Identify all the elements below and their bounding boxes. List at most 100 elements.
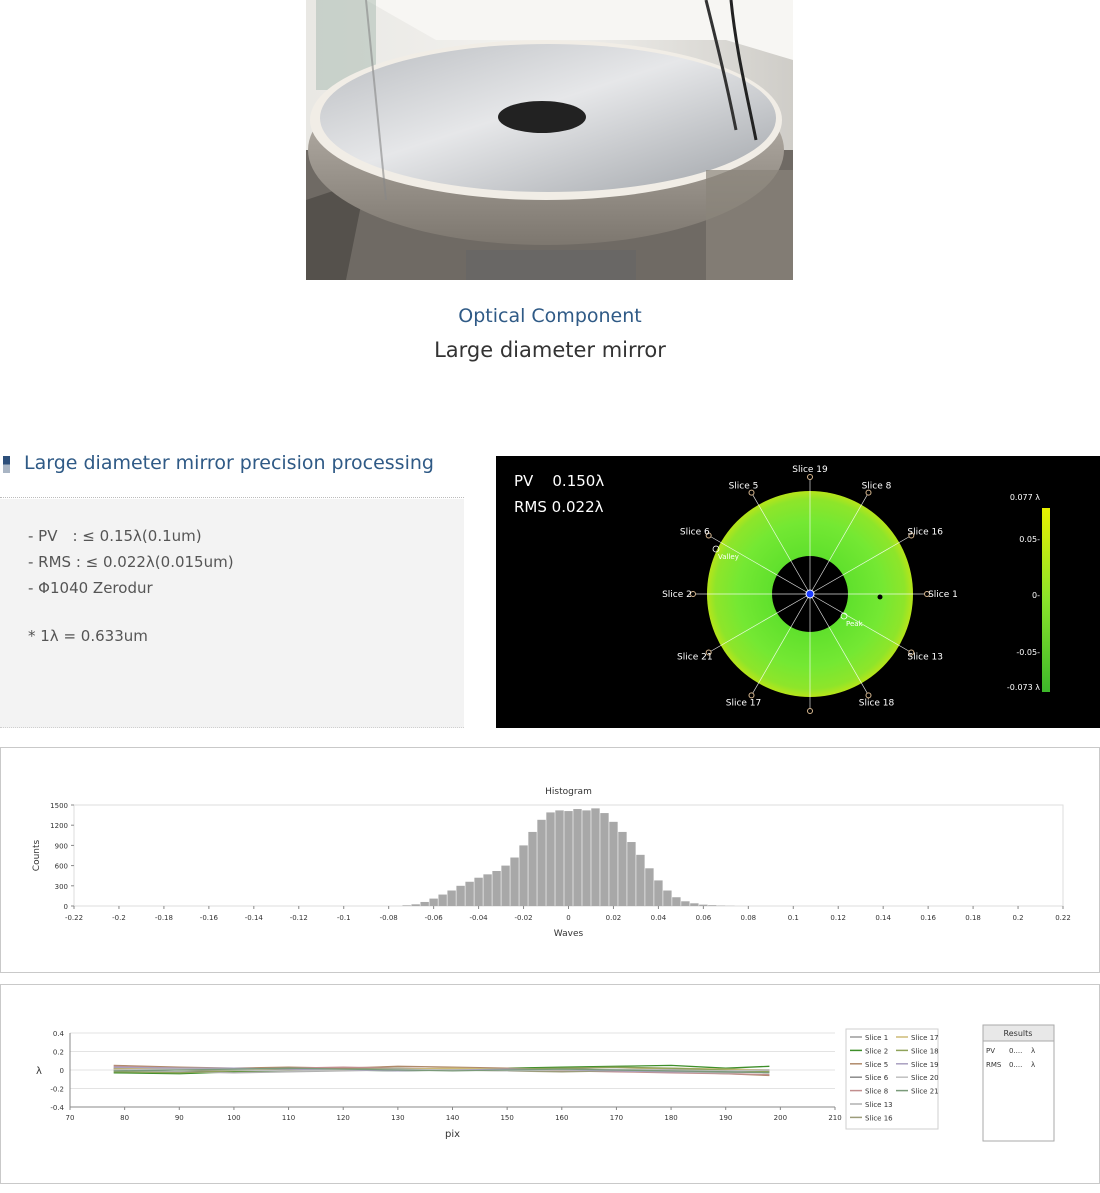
histogram-xtick-label: 0: [566, 914, 570, 922]
histogram-bar: [438, 894, 447, 906]
slice-label: Slice 1: [928, 590, 958, 600]
profile-xtick-label: 80: [120, 1114, 129, 1122]
histogram-xtick-label: 0.16: [920, 914, 936, 922]
histogram-ytick-label: 1200: [50, 822, 68, 830]
profile-xtick-label: 160: [555, 1114, 568, 1122]
histogram-bar: [699, 904, 708, 906]
histogram-xtick-label: 0.2: [1012, 914, 1023, 922]
spec-item: - RMS : ≤ 0.022λ(0.015um): [28, 553, 234, 571]
histogram-bar: [609, 821, 618, 906]
histogram-bar: [510, 857, 519, 906]
profile-xtick-label: 210: [828, 1114, 841, 1122]
slice-arrow-icon: [865, 692, 872, 699]
histogram-bar: [519, 845, 528, 906]
profile-ytick-label: -0.4: [50, 1104, 64, 1112]
legend-label: Slice 13: [865, 1101, 893, 1109]
histogram-xtick-label: -0.16: [200, 914, 219, 922]
histogram-bar: [492, 870, 501, 906]
valley-label: Valley: [718, 553, 739, 561]
profile-ylabel: λ: [36, 1066, 42, 1077]
histogram-bar: [600, 813, 609, 906]
profile-ytick-label: 0.4: [53, 1030, 65, 1038]
results-name: PV: [986, 1047, 995, 1055]
slice-profile-chart: -0.4 -0.2 0 0.2 0.4 70 80 90 100 110 120 130 140 150 1…: [36, 1024, 1055, 1142]
colorbar-tick-label: -0.073 λ: [1007, 683, 1040, 692]
spec-panel: - PV : ≤ 0.15λ(0.1um) - RMS : ≤ 0.022λ(0…: [0, 499, 464, 728]
results-value: 0....: [1009, 1061, 1022, 1069]
legend-label: Slice 17: [911, 1034, 939, 1042]
legend-label: Slice 5: [865, 1061, 888, 1069]
histogram-bar: [483, 874, 492, 906]
histogram-xtick-label: -0.02: [514, 914, 532, 922]
histogram-bar: [537, 819, 546, 906]
legend-label: Slice 21: [911, 1088, 939, 1096]
colorbar-tick-label: 0.077 λ: [1010, 493, 1040, 502]
legend-label: Slice 2: [865, 1047, 888, 1055]
slice-label: Slice 13: [907, 653, 943, 663]
histogram-chart: Histogram Waves Counts 0 300 600 900 1200 1500 -0…: [32, 787, 1071, 939]
histogram-ytick-label: 300: [55, 883, 68, 891]
spec-item: - PV : ≤ 0.15λ(0.1um): [28, 527, 202, 545]
histogram-bar: [690, 903, 699, 906]
histogram-bar: [627, 842, 636, 906]
histogram-title: Histogram: [545, 787, 592, 797]
caption-category: Optical Component: [458, 305, 642, 327]
section-marker-icon: [3, 456, 10, 473]
histogram-xtick-label: -0.08: [380, 914, 398, 922]
results-box: [982, 1024, 1055, 1142]
histogram-bar: [402, 905, 411, 906]
histogram-bar: [564, 811, 573, 906]
results-value: 0....: [1009, 1047, 1022, 1055]
histogram-xtick-label: -0.12: [290, 914, 308, 922]
histogram-xlabel: Waves: [554, 929, 584, 939]
spec-note: * 1λ = 0.633um: [28, 627, 148, 645]
histogram-bar: [420, 901, 429, 906]
profile-xtick-label: 150: [500, 1114, 513, 1122]
slice-arrow-icon: [748, 692, 755, 699]
histogram-ytick-label: 1500: [50, 802, 68, 810]
histogram-bar: [645, 868, 654, 906]
slice-label: Slice 19: [792, 465, 828, 475]
histogram-xtick-label: -0.04: [470, 914, 489, 922]
profile-ytick-label: 0.2: [53, 1049, 64, 1057]
results-unit: λ: [1031, 1047, 1035, 1055]
profile-xtick-label: 180: [664, 1114, 677, 1122]
slice-profile-panel: -0.4 -0.2 0 0.2 0.4 70 80 90 100 110 120 130 140 150 1…: [0, 984, 1100, 1184]
spec-list: - PV : ≤ 0.15λ(0.1um) - RMS : ≤ 0.022λ(0…: [28, 523, 234, 601]
histogram-xtick-label: 0.02: [606, 914, 622, 922]
legend-label: Slice 19: [911, 1061, 939, 1069]
histogram-xtick-label: 0.14: [875, 914, 891, 922]
histogram-bar: [663, 890, 672, 906]
mirror-photo: [306, 0, 793, 280]
profile-xtick-label: 90: [175, 1114, 184, 1122]
histogram-bar: [672, 897, 681, 906]
histogram-panel: Histogram Waves Counts 0 300 600 900 1200 1500 -0…: [0, 747, 1100, 973]
profile-xtick-label: 140: [446, 1114, 459, 1122]
histogram-ytick-label: 900: [55, 842, 68, 850]
colorbar-tick-label: 0-: [1032, 591, 1040, 600]
histogram-xtick-label: -0.14: [245, 914, 264, 922]
slice-label: Slice 8: [862, 482, 892, 492]
profile-xtick-label: 190: [719, 1114, 732, 1122]
histogram-bar: [582, 810, 591, 906]
histogram-bar: [411, 904, 420, 906]
histogram-bar: [573, 809, 582, 906]
spec-item: - Φ1040 Zerodur: [28, 579, 153, 597]
center-marker-icon: [805, 589, 815, 599]
slice-arrow-icon: [807, 708, 813, 714]
peak-label: Peak: [846, 620, 864, 628]
histogram-xtick-label: 0.06: [696, 914, 712, 922]
histogram-xtick-label: -0.2: [112, 914, 126, 922]
histogram-bar: [546, 812, 555, 906]
wavefront-svg: Slice 1 Slice 16 Slice 8 Slice 19 Slice 5 Sli…: [662, 465, 1050, 714]
histogram-bar: [618, 831, 627, 906]
slice-label: Slice 6: [680, 528, 710, 538]
colorbar-tick-label: -0.05-: [1016, 648, 1040, 657]
histogram-xtick-label: 0.18: [965, 914, 981, 922]
histogram-bar: [528, 831, 537, 906]
legend-label: Slice 8: [865, 1088, 888, 1096]
histogram-xtick-label: 0.1: [788, 914, 799, 922]
histogram-xtick-label: 0.22: [1055, 914, 1071, 922]
slice-label: Slice 5: [729, 482, 759, 492]
legend-label: Slice 6: [865, 1074, 889, 1082]
